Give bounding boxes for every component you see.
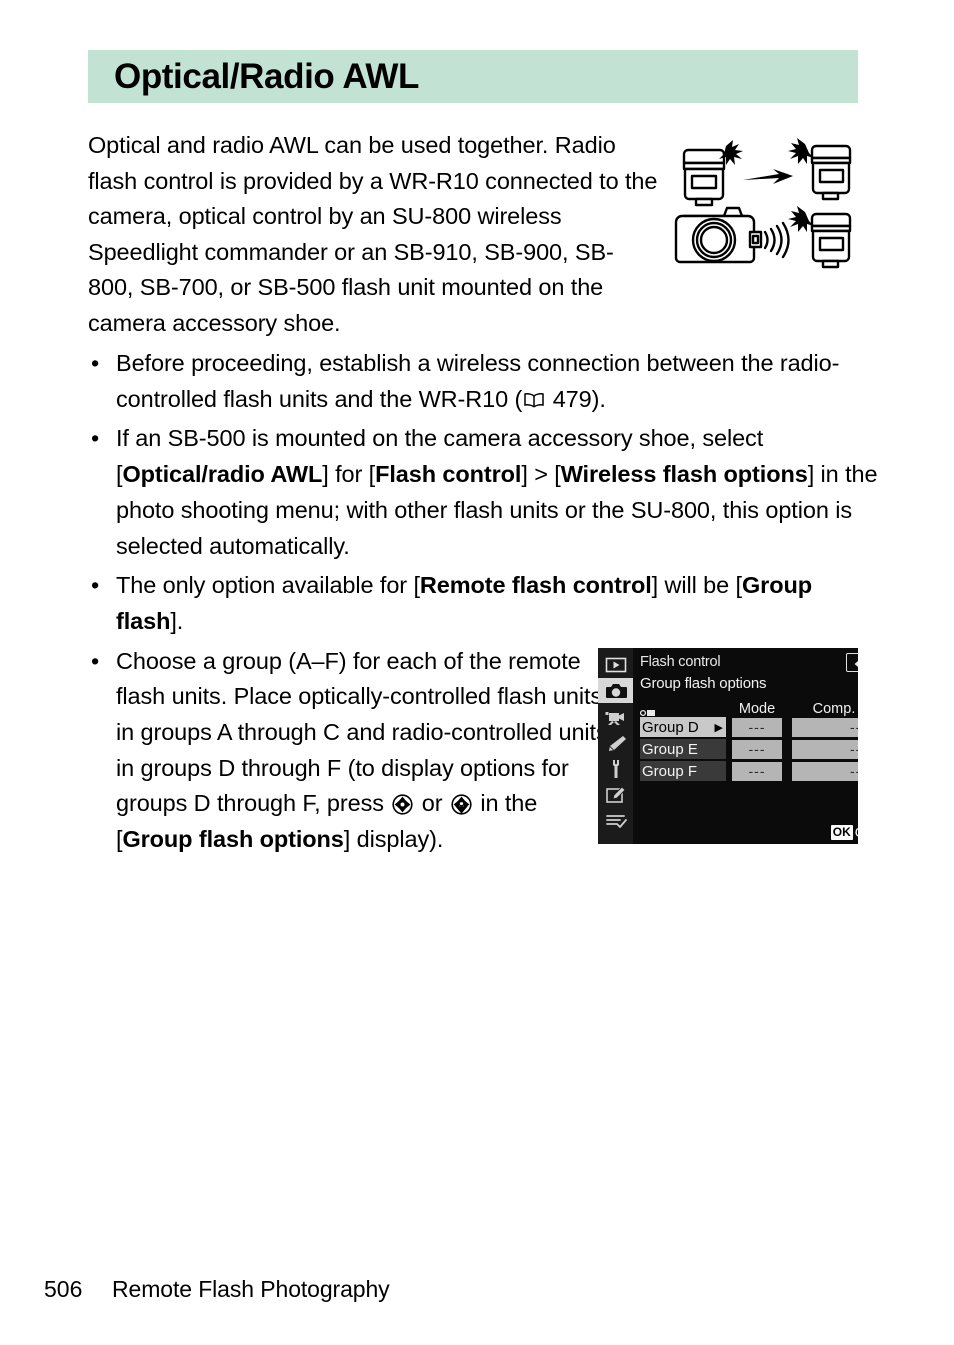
chevron-right-icon: ▶ — [715, 765, 723, 778]
optical-radio-awl-diagram — [668, 136, 858, 276]
setup-menu-icon[interactable] — [598, 756, 633, 781]
ok-button[interactable]: OK OK — [830, 824, 858, 840]
bullet-wireless-connection: • Before proceeding, establish a wireles… — [88, 346, 878, 417]
recent-settings-icon[interactable] — [598, 808, 633, 833]
return-arrow-icon[interactable] — [846, 652, 858, 672]
group-mode-value[interactable]: --- — [732, 717, 782, 737]
ok-label: OK — [855, 824, 858, 840]
table-row[interactable]: Group E ▶ --- --- — [640, 739, 858, 759]
page-reference-number: 479 — [552, 385, 592, 412]
group-comp-value[interactable]: --- — [792, 761, 858, 781]
bullet-seg2: or — [415, 790, 449, 817]
camera-menu-title: Flash control — [640, 654, 721, 670]
bullet-marker: • — [91, 647, 100, 674]
page-header-band: Optical/Radio AWL — [88, 50, 858, 103]
bullet-seg4: ] display). — [343, 826, 444, 853]
column-header-comp: Comp. — [812, 701, 856, 717]
menu-option-remote-flash-control: Remote flash control — [419, 572, 652, 599]
camera-menu-subtitle: Group flash options — [640, 675, 767, 692]
table-row[interactable]: Group D ▶ --- --- — [640, 717, 858, 737]
camera-menu-sidebar — [598, 648, 633, 844]
group-label: Group D ▶ — [640, 717, 726, 737]
bullet-marker: • — [91, 350, 100, 376]
page-number: 506 — [44, 1276, 83, 1302]
table-row[interactable]: Group F ▶ --- --- — [640, 761, 858, 781]
multi-selector-down-icon — [451, 790, 472, 816]
intro-section: Optical and radio AWL can be used togeth… — [88, 128, 858, 341]
bullet-seg3: ] > [ — [521, 461, 561, 488]
column-header-mode: Mode — [738, 701, 776, 717]
bullet-remote-flash-control: • The only option available for [Remote … — [88, 568, 878, 639]
bullet-text-part1: Before proceeding, establish a wireless … — [116, 350, 840, 412]
group-label: Group F ▶ — [640, 761, 726, 781]
group-mode-value[interactable]: --- — [732, 739, 782, 759]
bullet-text-part2: ). — [591, 385, 606, 412]
movie-shooting-menu-icon[interactable] — [598, 704, 633, 729]
intro-paragraph: Optical and radio AWL can be used togeth… — [88, 132, 658, 336]
retouch-menu-icon[interactable] — [598, 782, 633, 807]
page-footer: 506 Remote Flash Photography — [44, 1276, 390, 1303]
group-label-text: Group E — [642, 740, 698, 758]
bullet-marker: • — [91, 572, 100, 599]
book-icon — [523, 384, 545, 408]
group-comp-value[interactable]: --- — [792, 739, 858, 759]
bullet-seg2: ] will be [ — [651, 572, 742, 599]
camera-menu-main: Flash control Group flash options Mode C… — [633, 648, 858, 844]
chevron-right-icon: ▶ — [715, 743, 723, 756]
group-label-text: Group F — [642, 762, 698, 780]
page-title: Optical/Radio AWL — [114, 57, 419, 96]
bullet-seg3: ]. — [170, 607, 184, 634]
ok-badge-icon: OK — [830, 824, 853, 840]
camera-menu-screenshot: Flash control Group flash options Mode C… — [598, 648, 858, 844]
group-label: Group E ▶ — [640, 739, 726, 759]
footer-section-title: Remote Flash Photography — [112, 1276, 390, 1302]
menu-option-optical-radio-awl: Optical/radio AWL — [122, 461, 323, 488]
bullet-marker: • — [91, 425, 100, 452]
menu-option-wireless-flash-options: Wireless flash options — [560, 461, 808, 488]
bullet-seg1: The only option available for [ — [116, 572, 420, 599]
menu-option-flash-control: Flash control — [375, 461, 522, 488]
group-mode-value[interactable]: --- — [732, 761, 782, 781]
group-comp-value[interactable]: --- — [792, 717, 858, 737]
menu-option-group-flash-options: Group flash options — [122, 826, 344, 853]
custom-settings-icon[interactable] — [598, 730, 633, 755]
multi-selector-up-icon — [392, 790, 413, 816]
bullet-seg2: ] for [ — [322, 461, 376, 488]
flash-group-icon — [640, 707, 726, 717]
camera-menu-title-row: Flash control — [640, 651, 858, 673]
group-label-text: Group D — [642, 718, 699, 736]
bullet-sb500-mounted: • If an SB-500 is mounted on the camera … — [88, 421, 878, 564]
camera-menu-column-headers: Mode Comp. — [640, 696, 858, 717]
photo-shooting-menu-icon[interactable] — [598, 678, 633, 703]
playback-icon[interactable] — [598, 652, 633, 677]
chevron-right-icon: ▶ — [714, 721, 723, 734]
